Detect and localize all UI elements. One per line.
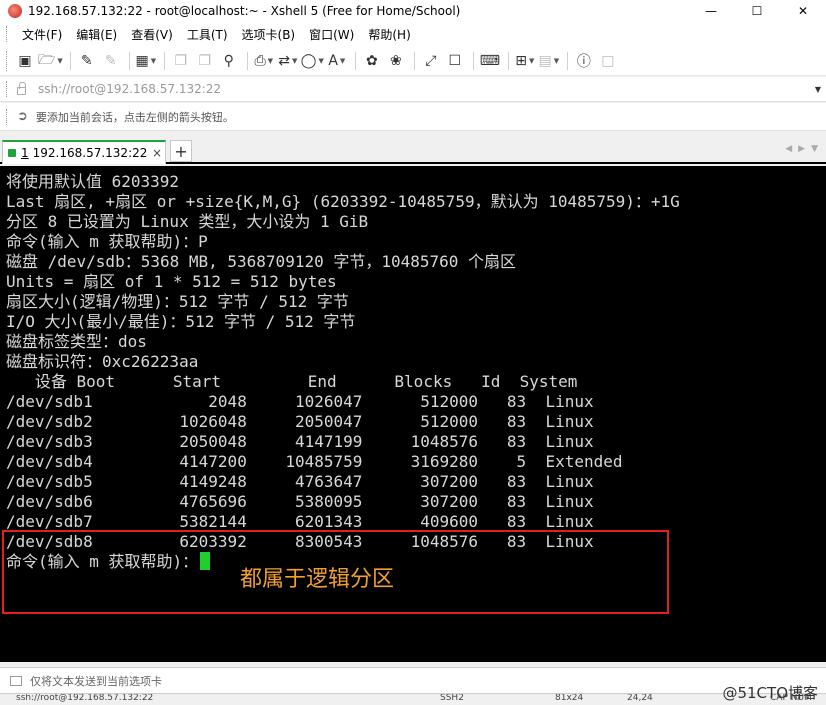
tab-navigation: ◀ ▶ ▼ [785,144,818,154]
tab-scroll-left-icon[interactable]: ◀ [785,144,792,154]
partition-row: /dev/sdb6 4765696 5380095 307200 83 Linu… [6,492,594,511]
layout-icon[interactable]: ▤ ▼ [538,50,560,72]
close-button[interactable]: ✕ [780,0,826,22]
terminal-screen[interactable]: 将使用默认值 6203392 Last 扇区, +扇区 or +size{K,M,… [0,166,826,662]
menu-grip[interactable] [6,26,9,42]
terminal-line: Units = 扇区 of 1 * 512 = 512 bytes [6,272,337,291]
terminal-line: 磁盘标识符：0xc26223aa [6,352,199,371]
menu-bar: 文件(F) 编辑(E) 查看(V) 工具(T) 选项卡(B) 窗口(W) 帮助(… [0,22,826,46]
partition-row: /dev/sdb4 4147200 10485759 3169280 5 Ext… [6,452,623,471]
toolbar-separator [128,51,130,70]
tab-scroll-right-icon[interactable]: ▶ [798,144,805,154]
terminal-output: 将使用默认值 6203392 Last 扇区, +扇区 or +size{K,M,… [6,172,680,572]
toolbar-separator [163,51,165,70]
xshell-logo-icon [8,4,22,18]
new-session-icon[interactable]: ▣ [14,50,36,72]
menu-window[interactable]: 窗口(W) [302,26,361,43]
status-terminal-size: 81x24 [555,693,584,703]
fullscreen-icon[interactable]: ⤢ [420,50,442,72]
menu-help[interactable]: 帮助(H) [361,26,417,43]
new-tab-button[interactable]: + [170,140,192,162]
partition-row: /dev/sdb1 2048 1026047 512000 83 Linux [6,392,594,411]
address-dropdown-icon[interactable]: ▼ [810,85,826,94]
menu-tabs[interactable]: 选项卡(B) [235,26,303,43]
window-title: 192.168.57.132:22 - root@localhost:~ - X… [28,4,461,18]
terminal-line: Last 扇区, +扇区 or +size{K,M,G} (6203392-10… [6,192,680,211]
menu-edit[interactable]: 编辑(E) [69,26,124,43]
tab-bar: 1 192.168.57.132:22 × + ◀ ▶ ▼ [0,138,826,164]
menu-file[interactable]: 文件(F) [15,26,69,43]
xftp-icon[interactable]: ✿ [361,50,383,72]
partition-row: /dev/sdb7 5382144 6201343 409600 83 Linu… [6,512,594,531]
disconnect-icon[interactable]: ✎ [100,50,122,72]
partition-row: /dev/sdb5 4149248 4763647 307200 83 Linu… [6,472,594,491]
print-icon[interactable]: ⎙ ▼ [253,50,275,72]
find-icon[interactable]: ⚲ [218,50,240,72]
session-hint-text: 要添加当前会话，点击左侧的箭头按钮。 [35,110,234,124]
status-connection: ssh://root@192.168.57.132:22 [16,693,154,703]
new-tab-icon[interactable]: ⊞ ▼ [514,50,536,72]
tab-session-1[interactable]: 1 192.168.57.132:22 × [2,140,166,164]
hint-grip[interactable] [6,108,9,125]
help-icon[interactable]: ⓘ [573,50,595,72]
compose-input[interactable]: 仅将文本发送到当前选项卡 [30,673,162,689]
tab-label: 192.168.57.132:22 [32,146,148,160]
maximize-button[interactable]: ☐ [734,0,780,22]
terminal-line: 磁盘标签类型：dos [6,332,147,351]
logical-partitions-annotation: 都属于逻辑分区 [240,567,395,592]
terminal-line: 命令(输入 m 获取帮助)：P [6,232,208,251]
minimize-button[interactable]: — [688,0,734,22]
open-folder-icon[interactable]: 🗁 ▼ [38,50,63,72]
partition-row: /dev/sdb3 2050048 4147199 1048576 83 Lin… [6,432,594,451]
font-icon[interactable]: A ▼ [326,50,348,72]
terminal-line: 扇区大小(逻辑/物理)：512 字节 / 512 字节 [6,292,349,311]
keyboard-icon[interactable]: ⌨ [479,50,501,72]
address-grip[interactable] [6,81,9,97]
watermark: @51CTO博客 [722,684,818,702]
toolbar-separator [354,51,356,70]
toolbar-separator [507,51,509,70]
tab-close-icon[interactable]: × [149,146,165,160]
address-bar: ssh://root@192.168.57.132:22 ▼ [0,77,826,102]
window-controls: — ☐ ✕ [688,0,826,22]
compose-menu-icon[interactable] [10,675,22,686]
status-cursor-position: 24,24 [627,693,653,703]
session-hint-bar: ➲ 要添加当前会话，点击左侧的箭头按钮。 [0,103,826,131]
partition-row: /dev/sdb2 1026048 2050047 512000 83 Linu… [6,412,594,431]
toolbar: ▣ 🗁 ▼ ✎ ✎ ▦ ▼ ❐ ❐ ⚲ ⎙ ▼ ⇄ ▼ ◯ ▼ A ▼ ✿ ❀ ⤢ ☐ ⌨ … [0,46,826,76]
toolbar-grip[interactable] [6,50,9,71]
partition-table-header: 设备 Boot Start End Blocks Id System [6,372,578,391]
address-input[interactable]: ssh://root@192.168.57.132:22 [38,82,810,96]
copy-icon[interactable]: ❐ [170,50,192,72]
terminal-line: 将使用默认值 6203392 [6,172,180,191]
menu-tools[interactable]: 工具(T) [180,26,235,43]
toolbar-separator [566,51,568,70]
tab-list-icon[interactable]: ▼ [811,144,818,154]
toolbar-separator [246,51,248,70]
toolbar-separator [413,51,415,70]
toolbar-separator [472,51,474,70]
chat-icon[interactable]: □ [597,50,619,72]
add-session-arrow-icon[interactable]: ➲ [17,109,28,124]
globe-icon[interactable]: ◯ ▼ [301,50,324,72]
terminal-line: 分区 8 已设置为 Linux 类型，大小设为 1 GiB [6,212,369,231]
compose-bar: 仅将文本发送到当前选项卡 [0,667,826,693]
paste-icon[interactable]: ❐ [194,50,216,72]
status-bar: ssh://root@192.168.57.132:22 SSH2 81x24 … [0,693,826,705]
terminal-line: 磁盘 /dev/sdb：5368 MB, 5368709120 字节，10485… [6,252,517,271]
tab-number: 1 [21,146,29,160]
properties-icon[interactable]: ▦ ▼ [135,50,157,72]
connected-status-icon [8,149,16,157]
lock-screen-icon[interactable]: ☐ [444,50,466,72]
reconnect-icon[interactable]: ✎ [76,50,98,72]
lock-icon [17,82,26,95]
status-protocol: SSH2 [440,693,464,703]
title-bar: 192.168.57.132:22 - root@localhost:~ - X… [0,0,826,22]
terminal-line: I/O 大小(最小/最佳)：512 字节 / 512 字节 [6,312,356,331]
menu-view[interactable]: 查看(V) [124,26,180,43]
script-icon[interactable]: ❀ [385,50,407,72]
transfer-icon[interactable]: ⇄ ▼ [277,50,299,72]
toolbar-separator [69,51,71,70]
